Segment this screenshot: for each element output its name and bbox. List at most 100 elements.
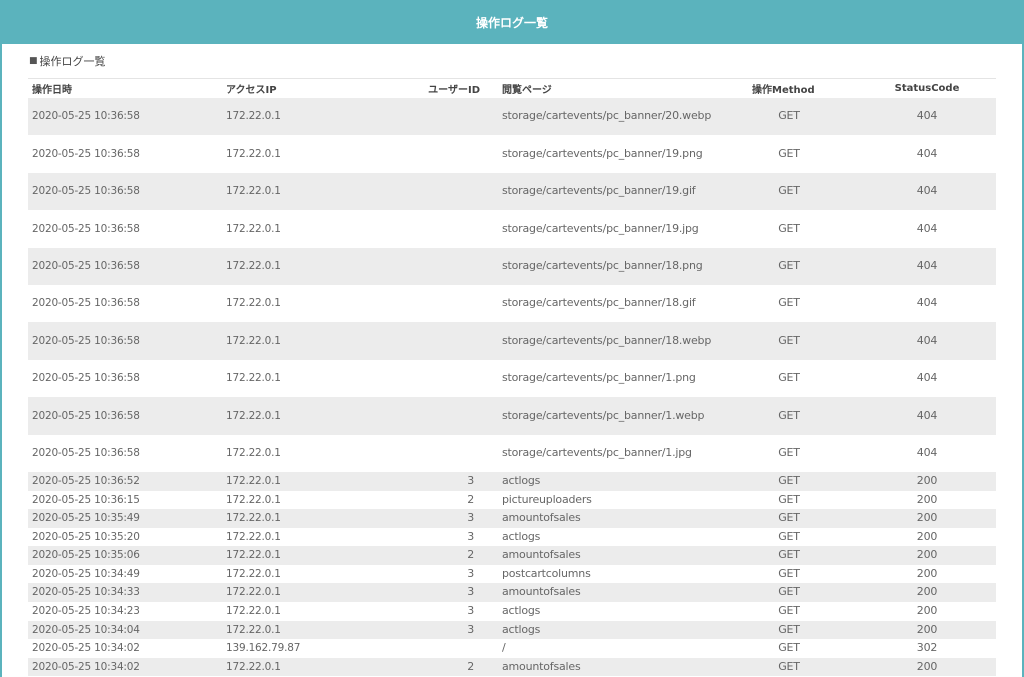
table-row[interactable]: 2020-05-25 10:36:58 172.22.0.1 storage/car… xyxy=(28,435,996,472)
cell-method: GET xyxy=(720,509,858,528)
cell-method: GET xyxy=(720,583,858,603)
cell-status: 200 xyxy=(858,546,996,565)
cell-page: storage/cartevents/pc_banner/1.jpg xyxy=(502,445,692,459)
column-header-status[interactable]: StatusCode xyxy=(858,79,996,98)
cell-status: 404 xyxy=(916,445,938,459)
cell-datetime: 2020-05-25 10:36:58 xyxy=(32,222,140,235)
cell-method: GET xyxy=(720,172,858,211)
cell-status: 404 xyxy=(858,397,996,435)
cell-user-id xyxy=(368,210,498,247)
cell-status: 302 xyxy=(916,641,938,655)
table-row[interactable]: 2020-05-25 10:36:58 172.22.0.1 storage/car… xyxy=(28,285,996,322)
cell-ip: 172.22.0.1 xyxy=(226,446,281,459)
cell-status: 200 xyxy=(858,509,996,528)
cell-method: GET xyxy=(778,604,800,618)
cell-datetime: 2020-05-25 10:36:58 xyxy=(32,446,140,459)
table-row[interactable]: 2020-05-25 10:36:58 172.22.0.1 storage/car… xyxy=(28,360,996,397)
log-table-container: 操作日時 アクセスIP ユーザーID 閲覧ページ 操作Method Status… xyxy=(28,78,996,677)
cell-ip: 172.22.0.1 xyxy=(226,297,281,310)
cell-page: pictureuploaders xyxy=(502,492,592,506)
cell-datetime: 2020-05-25 10:35:06 xyxy=(28,546,222,565)
cell-method: GET xyxy=(778,445,800,459)
cell-user-id xyxy=(368,322,498,360)
cell-datetime: 2020-05-25 10:34:02 xyxy=(28,657,222,677)
cell-user-id xyxy=(368,247,498,285)
table-row[interactable]: 2020-05-25 10:36:58 172.22.0.1 storage/car… xyxy=(28,98,996,136)
table-row[interactable]: 2020-05-25 10:34:33 172.22.0.1 3 amountofsa… xyxy=(28,583,996,603)
cell-ip: 172.22.0.1 xyxy=(222,397,368,435)
table-row[interactable]: 2020-05-25 10:34:04 172.22.0.1 3 actlogs GET… xyxy=(28,620,996,640)
cell-user-id xyxy=(368,639,498,658)
cell-datetime: 2020-05-25 10:34:23 xyxy=(32,605,140,618)
cell-ip: 172.22.0.1 xyxy=(222,471,368,491)
cell-user-id xyxy=(368,397,498,435)
table-row[interactable]: 2020-05-25 10:36:58 172.22.0.1 storage/car… xyxy=(28,135,996,172)
column-header-method[interactable]: 操作Method xyxy=(720,79,858,98)
table-row[interactable]: 2020-05-25 10:35:06 172.22.0.1 2 amountofsa… xyxy=(28,546,996,565)
column-header-datetime[interactable]: 操作日時 xyxy=(28,79,222,98)
cell-ip: 172.22.0.1 xyxy=(222,98,368,136)
cell-ip: 172.22.0.1 xyxy=(226,530,281,543)
cell-page: storage/cartevents/pc_banner/18.webp xyxy=(498,322,720,360)
cell-ip: 172.22.0.1 xyxy=(226,147,281,160)
table-row[interactable]: 2020-05-25 10:36:58 172.22.0.1 storage/car… xyxy=(28,172,996,211)
cell-page: storage/cartevents/pc_banner/20.webp xyxy=(498,98,720,136)
cell-datetime: 2020-05-25 10:35:20 xyxy=(32,530,140,543)
cell-status: 200 xyxy=(858,583,996,603)
cell-method: GET xyxy=(720,620,858,640)
column-header-page[interactable]: 閲覧ページ xyxy=(498,79,720,98)
cell-datetime: 2020-05-25 10:36:52 xyxy=(28,471,222,491)
cell-ip: 172.22.0.1 xyxy=(222,172,368,211)
cell-status: 200 xyxy=(858,620,996,640)
cell-page: actlogs xyxy=(502,604,541,618)
cell-page: storage/cartevents/pc_banner/18.gif xyxy=(502,296,696,310)
cell-status: 404 xyxy=(858,322,996,360)
table-row[interactable]: 2020-05-25 10:34:02 172.22.0.1 2 amountofsa… xyxy=(28,657,996,677)
cell-page: amountofsales xyxy=(498,657,720,677)
cell-ip: 172.22.0.1 xyxy=(222,322,368,360)
column-header-ip[interactable]: アクセスIP xyxy=(222,79,368,98)
cell-page: amountofsales xyxy=(498,509,720,528)
table-row[interactable]: 2020-05-25 10:36:58 172.22.0.1 storage/car… xyxy=(28,322,996,360)
table-row[interactable]: 2020-05-25 10:35:49 172.22.0.1 3 amountofsa… xyxy=(28,509,996,528)
table-row[interactable]: 2020-05-25 10:36:58 172.22.0.1 storage/car… xyxy=(28,397,996,435)
cell-user-id: 3 xyxy=(368,509,498,528)
cell-user-id xyxy=(368,98,498,136)
cell-ip: 172.22.0.1 xyxy=(222,583,368,603)
table-row[interactable]: 2020-05-25 10:34:49 172.22.0.1 3 postcartco… xyxy=(28,565,996,584)
table-row[interactable]: 2020-05-25 10:36:58 172.22.0.1 storage/car… xyxy=(28,247,996,285)
cell-page: storage/cartevents/pc_banner/19.gif xyxy=(498,172,720,211)
square-bullet-icon: ■ xyxy=(29,56,38,66)
cell-ip: 172.22.0.1 xyxy=(222,620,368,640)
cell-method: GET xyxy=(720,397,858,435)
cell-method: GET xyxy=(720,471,858,491)
table-row[interactable]: 2020-05-25 10:36:52 172.22.0.1 3 actlogs GET… xyxy=(28,471,996,491)
page-header: 操作ログ一覧 xyxy=(0,0,1024,44)
cell-ip: 172.22.0.1 xyxy=(222,546,368,565)
table-row[interactable]: 2020-05-25 10:35:20 172.22.0.1 3 actlogs GET… xyxy=(28,528,996,547)
cell-datetime: 2020-05-25 10:34:33 xyxy=(28,583,222,603)
table-row[interactable]: 2020-05-25 10:36:58 172.22.0.1 storage/car… xyxy=(28,210,996,247)
cell-status: 404 xyxy=(916,221,938,235)
cell-method: GET xyxy=(720,322,858,360)
cell-datetime: 2020-05-25 10:36:58 xyxy=(32,372,140,385)
cell-datetime: 2020-05-25 10:36:58 xyxy=(28,322,222,360)
cell-user-id: 3 xyxy=(467,604,474,618)
cell-status: 200 xyxy=(858,657,996,677)
cell-method: GET xyxy=(778,146,800,160)
cell-ip: 172.22.0.1 xyxy=(226,493,281,506)
column-header-user-id[interactable]: ユーザーID xyxy=(368,79,498,98)
section-heading: ■ 操作ログ一覧 xyxy=(29,53,106,69)
cell-ip: 172.22.0.1 xyxy=(226,222,281,235)
table-row[interactable]: 2020-05-25 10:36:15 172.22.0.1 2 pictureupl… xyxy=(28,491,996,510)
cell-datetime: 2020-05-25 10:34:04 xyxy=(28,620,222,640)
cell-status: 200 xyxy=(858,471,996,491)
table-row[interactable]: 2020-05-25 10:34:02 139.162.79.87 / GET 302 xyxy=(28,639,996,658)
cell-status: 200 xyxy=(916,566,938,580)
table-row[interactable]: 2020-05-25 10:34:23 172.22.0.1 3 actlogs GET… xyxy=(28,602,996,621)
cell-user-id xyxy=(368,172,498,211)
cell-ip: 172.22.0.1 xyxy=(222,247,368,285)
cell-datetime: 2020-05-25 10:36:58 xyxy=(28,397,222,435)
cell-datetime: 2020-05-25 10:36:15 xyxy=(32,493,140,506)
table-header-row: 操作日時 アクセスIP ユーザーID 閲覧ページ 操作Method Status… xyxy=(28,79,996,98)
